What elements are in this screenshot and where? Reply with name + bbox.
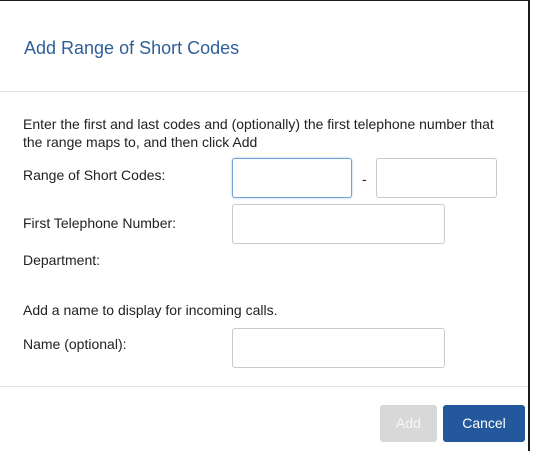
instructions-text: Enter the first and last codes and (opti…	[23, 116, 494, 150]
range-start-input[interactable]	[232, 158, 352, 198]
first-number-input[interactable]	[232, 204, 445, 244]
name-input[interactable]	[232, 328, 445, 368]
range-separator: -	[362, 171, 367, 187]
header-divider	[0, 91, 528, 92]
footer-divider	[0, 386, 528, 387]
add-button[interactable]: Add	[380, 405, 437, 442]
department-label: Department:	[23, 252, 101, 268]
range-label: Range of Short Codes:	[23, 167, 166, 183]
range-end-input[interactable]	[376, 158, 497, 198]
add-short-codes-dialog: Add Range of Short Codes Enter the first…	[0, 0, 530, 451]
name-hint-text: Add a name to display for incoming calls…	[23, 302, 278, 318]
cancel-button[interactable]: Cancel	[443, 405, 525, 442]
dialog-title: Add Range of Short Codes	[24, 38, 240, 58]
name-label: Name (optional):	[23, 336, 127, 352]
first-number-label: First Telephone Number:	[23, 215, 177, 231]
